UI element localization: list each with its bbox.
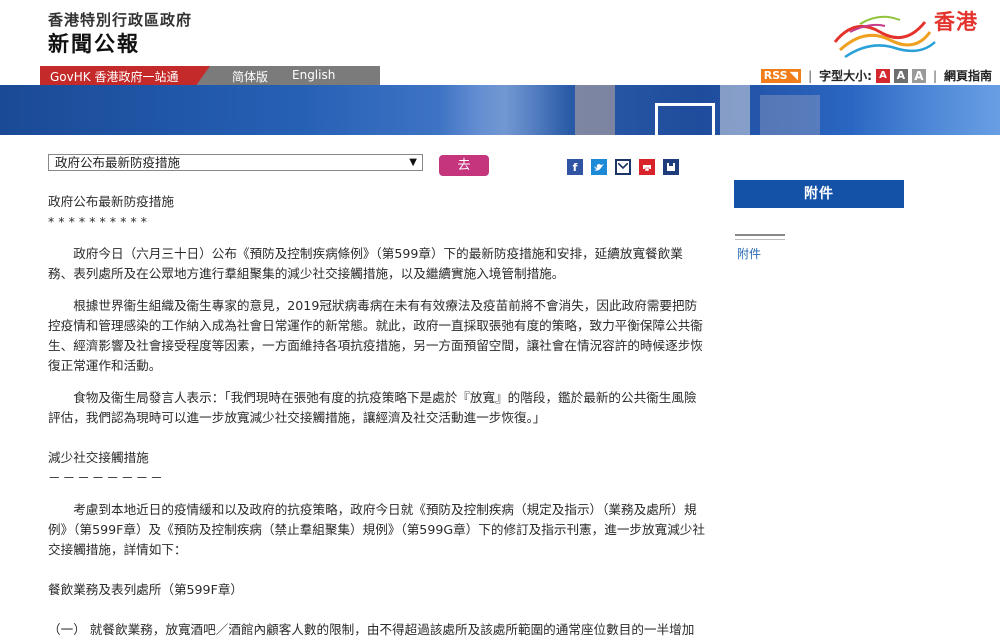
- attachment-link[interactable]: 附件: [737, 245, 761, 262]
- envelope-shape: [618, 163, 628, 170]
- press-release-select[interactable]: 政府公布最新防疫措施 ▼: [48, 154, 423, 171]
- banner-highlight: [440, 85, 570, 135]
- section-heading: 減少社交接觸措施: [48, 450, 149, 465]
- heading-underline: －－－－－－－－: [48, 470, 165, 485]
- press-release-body: 政府公布最新防疫措施 ********** 政府今日（六月三十日）公布《預防及控…: [48, 192, 708, 640]
- banner-tower: [720, 85, 750, 135]
- banner-frame: [655, 103, 715, 135]
- go-button[interactable]: 去: [439, 155, 489, 176]
- banner-sky: [850, 85, 1000, 135]
- divider: |: [808, 68, 813, 83]
- font-size-label: 字型大小:: [819, 69, 872, 83]
- bird-shape: [594, 163, 604, 171]
- font-size-medium-button[interactable]: A: [893, 68, 908, 83]
- govhk-link[interactable]: GovHK 香港政府一站通: [40, 66, 210, 85]
- save-icon[interactable]: [663, 159, 679, 175]
- disk-shape: [667, 163, 675, 171]
- list-item: （一） 就餐飲業務，放寬酒吧／酒館內顧客人數的限制，由不得超過該處所及該處所範圍…: [48, 622, 695, 637]
- share-toolbar: f: [567, 159, 679, 175]
- font-size-large-button[interactable]: A: [911, 68, 926, 83]
- dragon-logo-icon: [833, 15, 936, 59]
- rss-feed-icon: ◥: [789, 68, 799, 82]
- govhk-label: GovHK 香港政府一站通: [50, 70, 179, 84]
- rss-label: RSS: [763, 68, 788, 82]
- title-separator: **********: [48, 214, 151, 229]
- attachment-divider: [735, 234, 785, 240]
- rss-button[interactable]: RSS ◥: [760, 68, 802, 83]
- attachment-header: 附件: [734, 180, 904, 208]
- email-icon[interactable]: [615, 159, 631, 175]
- english-link[interactable]: English: [292, 68, 335, 82]
- simplified-chinese-link[interactable]: 简体版: [232, 68, 268, 85]
- utility-links: RSS ◥ | 字型大小: A A A | 網頁指南: [760, 67, 992, 84]
- font-size-small-button[interactable]: A: [875, 68, 890, 83]
- paragraph: 考慮到本地近日的疫情緩和以及政府的抗疫策略，政府今日就《預防及控制疾病（規定及指…: [48, 502, 705, 557]
- twitter-icon[interactable]: [591, 159, 607, 175]
- paragraph: 政府今日（六月三十日）公布《預防及控制疾病條例》（第599章）下的最新防疫措施和…: [48, 246, 683, 281]
- select-value: 政府公布最新防疫措施: [55, 155, 181, 170]
- brand-hong-kong-logo[interactable]: 香港: [830, 2, 990, 64]
- banner-building: [575, 85, 615, 135]
- paragraph: 根據世界衞生組織及衞生專家的意見，2019冠狀病毒病在未有有效療法及疫苗前將不會…: [48, 298, 703, 373]
- printer-shape: [643, 165, 651, 172]
- divider: |: [932, 68, 937, 83]
- print-icon[interactable]: [639, 159, 655, 175]
- section-heading: 餐飲業務及表列處所（第599F章）: [48, 582, 244, 597]
- top-navigation: GovHK 香港政府一站通 简体版 English RSS ◥ | 字型大小: …: [0, 66, 1000, 85]
- header-banner-image: [0, 85, 1000, 135]
- facebook-icon[interactable]: f: [567, 159, 583, 175]
- article-title: 政府公布最新防疫措施: [48, 194, 174, 209]
- paragraph: 食物及衞生局發言人表示：「我們現時在張弛有度的抗疫策略下是處於『放寬』的階段，鑑…: [48, 390, 697, 425]
- publication-title[interactable]: 新聞公報: [48, 28, 140, 58]
- banner-block: [760, 95, 820, 135]
- site-header: 香港特別行政區政府 新聞公報 香港: [0, 0, 1000, 66]
- logo-text: 香港: [934, 10, 978, 34]
- site-guide-link[interactable]: 網頁指南: [944, 67, 992, 84]
- department-name: 香港特別行政區政府: [48, 11, 193, 29]
- dropdown-arrow-icon: ▼: [409, 157, 417, 168]
